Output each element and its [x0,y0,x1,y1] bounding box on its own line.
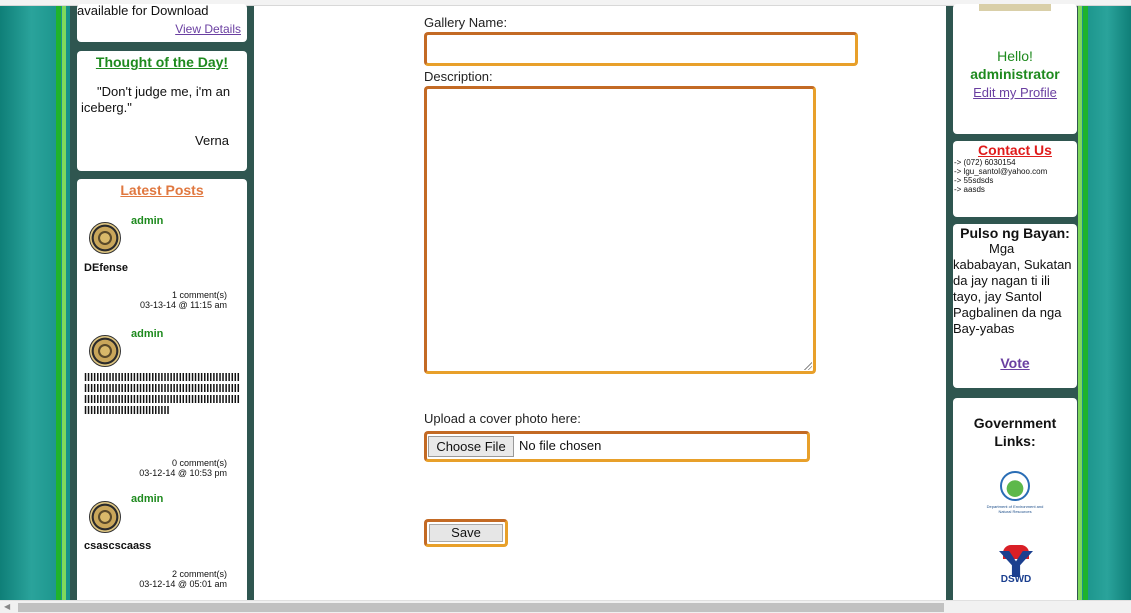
user-greeting-panel: Hello! administrator Edit my Profile [953,4,1077,134]
description-label: Description: [424,69,493,84]
post-date: 03-12-14 @ 05:01 am [139,579,227,589]
dswd-logo-text: DSWD [1000,574,1032,585]
pulso-title: Pulso ng Bayan: [960,225,1070,241]
edit-profile-link[interactable]: Edit my Profile [953,85,1077,100]
right-decorative-band [1078,6,1131,600]
cover-photo-file-input[interactable]: Choose File No file chosen [424,431,810,462]
contact-line-3: -> 55sdsds [954,176,994,185]
latest-posts-title[interactable]: Latest Posts [77,182,247,198]
save-button[interactable]: Save [424,519,508,547]
government-links-title: Government Links: [973,415,1057,449]
contact-email: -> lgu_santol@yahoo.com [954,167,1048,176]
gallery-name-label: Gallery Name: [424,15,508,30]
thought-author: Verna [195,133,229,148]
denr-caption: Department of Environment and Natural Re… [986,504,1044,514]
contact-title[interactable]: Contact Us [953,142,1077,158]
post-author[interactable]: admin [131,215,163,227]
thought-of-the-day-panel: Thought of the Day! "Don't judge me, i'm… [77,51,247,171]
thought-quote: "Don't judge me, i'm an iceberg." [81,84,231,115]
post-title[interactable]: DEfense [84,263,242,275]
post-author[interactable]: admin [131,328,163,340]
gallery-name-input[interactable] [424,32,858,66]
scroll-left-arrow-icon[interactable]: ◀ [4,602,10,611]
post-comments: 2 comment(s) [171,569,227,579]
post-title[interactable]: csascscaass [84,541,242,553]
post-comments: 1 comment(s) [171,290,227,300]
username: administrator [970,66,1060,82]
post-date: 03-12-14 @ 10:53 pm [139,468,227,478]
avatar [89,335,121,367]
dswd-logo-icon[interactable]: DSWD [999,545,1033,585]
avatar [89,501,121,533]
contact-line-4: -> aasds [954,185,985,194]
government-links-panel: Government Links: Department of Environm… [953,398,1077,608]
hello-text: Hello! [997,48,1033,64]
pulso-question: Mga kababayan, Sukatan da jay nagan ti i… [953,241,1072,336]
choose-file-button[interactable]: Choose File [428,436,514,457]
avatar [89,222,121,254]
thought-title[interactable]: Thought of the Day! [77,54,247,70]
upload-label: Upload a cover photo here: [424,411,581,426]
banner-image [979,4,1051,11]
horizontal-scrollbar[interactable]: ◀ [0,600,1131,613]
denr-logo-icon[interactable] [1000,471,1030,501]
download-panel: available for Download View Details [77,4,247,42]
post-date: 03-13-14 @ 11:15 am [139,300,227,310]
view-details-link[interactable]: View Details [175,22,241,36]
latest-posts-panel: Latest Posts admin DEfense 1 comment(s) … [77,179,247,609]
post-author[interactable]: admin [131,493,163,505]
save-button-label: Save [429,524,503,542]
resize-grip-icon[interactable] [804,362,812,370]
pulso-ng-bayan-panel: Pulso ng Bayan: Mga kababayan, Sukatan d… [953,224,1077,388]
left-decorative-band [0,6,70,600]
description-textarea[interactable] [424,86,816,374]
file-status-text: No file chosen [519,438,602,453]
contact-phone: -> (072) 6030154 [954,158,1016,167]
scrollbar-thumb[interactable] [18,603,944,612]
post-title[interactable]: llllllllllllllllllllllllllllllllllllllll… [84,373,242,441]
vote-link[interactable]: Vote [953,355,1077,371]
contact-panel: Contact Us -> (072) 6030154 -> lgu_santo… [953,141,1077,217]
download-text: available for Download [77,4,209,18]
post-comments: 0 comment(s) [171,458,227,468]
